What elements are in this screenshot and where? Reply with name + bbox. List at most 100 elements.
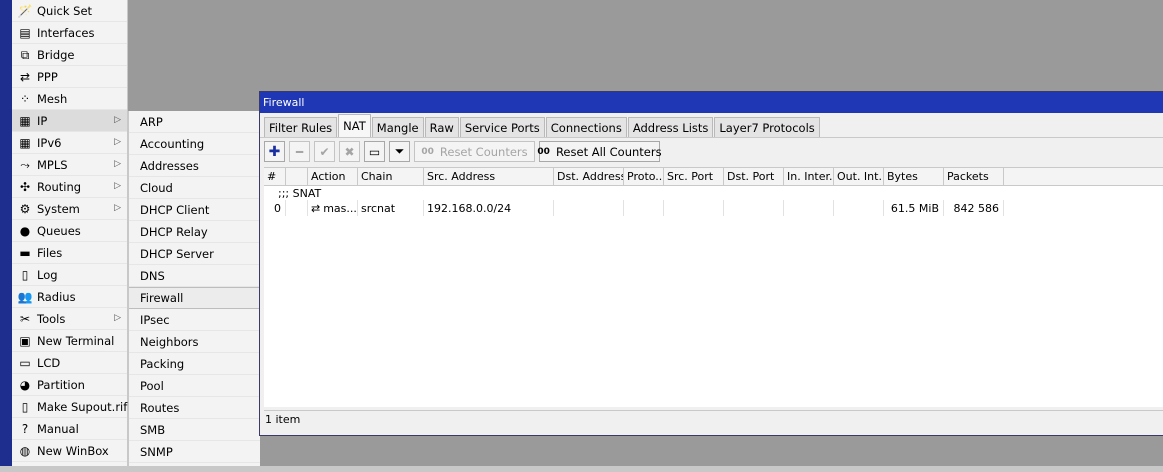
menu-item-label: Quick Set — [37, 3, 93, 18]
mpls-icon: ⤳ — [20, 157, 30, 172]
menu-item-make-supout-rif[interactable]: ▯ Make Supout.rif — [12, 396, 127, 418]
menu-item-label: LCD — [37, 355, 61, 370]
bottom-bar — [0, 466, 1163, 472]
submenu-arrow-icon: ▷ — [114, 313, 121, 323]
masquerade-icon: ⇄ — [311, 201, 321, 215]
menu-item-label: Make Supout.rif — [37, 399, 128, 414]
tab-address-lists[interactable]: Address Lists — [627, 117, 714, 137]
menu-item-label: Bridge — [37, 47, 75, 62]
menu-item-manual[interactable]: ? Manual — [12, 418, 127, 440]
menu-item-partition[interactable]: ◕ Partition — [12, 374, 127, 396]
partition-icon: ◕ — [19, 377, 31, 392]
tab-filter-rules[interactable]: Filter Rules — [264, 117, 338, 137]
tab-service-ports[interactable]: Service Ports — [459, 117, 545, 137]
submenu-item-accounting[interactable]: Accounting — [129, 133, 260, 155]
submenu-item-packing[interactable]: Packing — [129, 353, 260, 375]
log-icon: ▯ — [21, 267, 29, 282]
table-body: 0 ⇄ mas... srcnat 192.168.0.0/24 61.5 MiB 842 … — [264, 200, 1163, 216]
bridge-icon: ⧉ — [20, 47, 30, 62]
menu-item-label: Files — [37, 245, 63, 260]
cell-src: 192.168.0.0/24 — [424, 200, 554, 216]
menu-item-tools[interactable]: ✂ Tools ▷ — [12, 308, 127, 330]
enable-button[interactable]: ✔ — [314, 141, 335, 162]
ppp-icon: ⇄ — [19, 69, 31, 84]
submenu-item-firewall[interactable]: Firewall — [129, 287, 260, 309]
nat-rules-table: # Action Chain Src. Address Dst. Address Prot… — [264, 167, 1163, 407]
menu-item-label: Routing — [37, 179, 82, 194]
tab-layer7-protocols[interactable]: Layer7 Protocols — [714, 117, 820, 137]
submenu-item-addresses[interactable]: Addresses — [129, 155, 260, 177]
menu-item-interfaces[interactable]: ▤ Interfaces — [12, 22, 127, 44]
submenu-item-dhcp-server[interactable]: DHCP Server — [129, 243, 260, 265]
cell-dport — [724, 200, 784, 216]
column-header[interactable]: Out. Int... — [834, 168, 884, 185]
column-header[interactable]: Dst. Port — [724, 168, 784, 185]
menu-item-label: Radius — [37, 289, 76, 304]
column-header[interactable]: Packets — [944, 168, 1004, 185]
menu-item-mesh[interactable]: ⁘ Mesh — [12, 88, 127, 110]
files-icon: ▬ — [19, 245, 31, 260]
column-header[interactable]: Chain — [358, 168, 424, 185]
column-header[interactable]: Src. Address — [424, 168, 554, 185]
tab-mangle[interactable]: Mangle — [371, 117, 424, 137]
column-header[interactable]: In. Inter... — [784, 168, 834, 185]
column-header[interactable]: Dst. Address — [554, 168, 624, 185]
menu-item-files[interactable]: ▬ Files — [12, 242, 127, 264]
cell-inif — [784, 200, 834, 216]
table-row[interactable]: 0 ⇄ mas... srcnat 192.168.0.0/24 61.5 MiB 842 … — [264, 200, 1163, 216]
menu-item-routing[interactable]: ✣ Routing ▷ — [12, 176, 127, 198]
remove-button[interactable]: ━ — [289, 141, 310, 162]
menu-item-system[interactable]: ⚙ System ▷ — [12, 198, 127, 220]
reset-counters-button[interactable]: 00 Reset Counters — [414, 141, 535, 162]
ip-icon: ▦ — [19, 113, 31, 128]
tab-nat[interactable]: NAT — [338, 114, 371, 137]
submenu-item-dns[interactable]: DNS — [129, 265, 260, 287]
submenu-item-pool[interactable]: Pool — [129, 375, 260, 397]
submenu-item-neighbors[interactable]: Neighbors — [129, 331, 260, 353]
menu-item-label: MPLS — [37, 157, 68, 172]
menu-item-log[interactable]: ▯ Log — [12, 264, 127, 286]
comment-button[interactable]: ▭ — [364, 141, 385, 162]
menu-item-ip[interactable]: ▦ IP ▷ — [12, 110, 127, 132]
column-header[interactable] — [286, 168, 308, 185]
add-button[interactable]: ✚ — [264, 141, 285, 162]
column-header[interactable]: Action — [308, 168, 358, 185]
submenu-item-ipsec[interactable]: IPsec — [129, 309, 260, 331]
column-header[interactable]: # — [264, 168, 286, 185]
submenu-item-snmp[interactable]: SNMP — [129, 441, 260, 463]
submenu-item-arp[interactable]: ARP — [129, 111, 260, 133]
comment-row[interactable]: ;;; SNAT — [264, 186, 1163, 200]
menu-item-mpls[interactable]: ⤳ MPLS ▷ — [12, 154, 127, 176]
tab-connections[interactable]: Connections — [545, 117, 627, 137]
reset-all-counters-button[interactable]: 00 Reset All Counters — [537, 141, 662, 162]
filter-button[interactable]: ⏷ — [389, 141, 410, 162]
submenu-item-routes[interactable]: Routes — [129, 397, 260, 419]
menu-item-label: IPv6 — [37, 135, 62, 150]
cell-outif — [834, 200, 884, 216]
menu-item-label: Queues — [37, 223, 81, 238]
column-header[interactable]: Bytes — [884, 168, 944, 185]
disable-button[interactable]: ✖ — [339, 141, 360, 162]
menu-item-new-terminal[interactable]: ▣ New Terminal — [12, 330, 127, 352]
submenu-arrow-icon: ▷ — [114, 203, 121, 213]
menu-item-queues[interactable]: ● Queues — [12, 220, 127, 242]
window-titlebar[interactable]: Firewall — [260, 92, 1163, 113]
submenu-arrow-icon: ▷ — [114, 159, 121, 169]
menu-item-bridge[interactable]: ⧉ Bridge — [12, 44, 127, 66]
column-header[interactable]: Src. Port — [664, 168, 724, 185]
ipv6-icon: ▦ — [19, 135, 31, 150]
menu-item-radius[interactable]: 👥 Radius — [12, 286, 127, 308]
tab-raw[interactable]: Raw — [424, 117, 459, 137]
submenu-item-smb[interactable]: SMB — [129, 419, 260, 441]
menu-item-lcd[interactable]: ▭ LCD — [12, 352, 127, 374]
cell-dst — [554, 200, 624, 216]
menu-item-quick-set[interactable]: 🪄 Quick Set — [12, 0, 127, 22]
menu-item-new-winbox[interactable]: ◍ New WinBox — [12, 440, 127, 462]
filter-icon: ⏷ — [394, 144, 405, 158]
menu-item-ipv6[interactable]: ▦ IPv6 ▷ — [12, 132, 127, 154]
menu-item-ppp[interactable]: ⇄ PPP — [12, 66, 127, 88]
submenu-item-cloud[interactable]: Cloud — [129, 177, 260, 199]
submenu-item-dhcp-client[interactable]: DHCP Client — [129, 199, 260, 221]
column-header[interactable]: Proto... — [624, 168, 664, 185]
submenu-item-dhcp-relay[interactable]: DHCP Relay — [129, 221, 260, 243]
